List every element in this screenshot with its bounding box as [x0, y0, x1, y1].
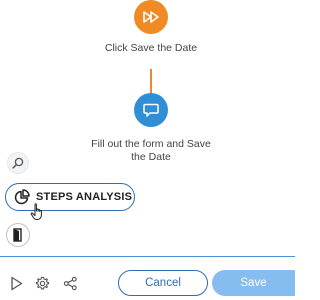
footer-divider: [0, 256, 295, 257]
gear-icon: [35, 276, 49, 289]
zoom-button[interactable]: [7, 152, 29, 174]
walkthrough-editor: Click Save the Date Fill out the form an…: [0, 0, 295, 300]
cancel-button[interactable]: Cancel: [118, 270, 208, 296]
exit-button[interactable]: [6, 223, 30, 247]
share-icon: [63, 276, 77, 290]
steps-analysis-label: STEPS ANALYSIS: [36, 191, 133, 203]
zoom-icon: [12, 157, 24, 169]
play-button[interactable]: [8, 275, 24, 291]
step-node-2[interactable]: [134, 93, 168, 127]
share-button[interactable]: [62, 275, 78, 291]
settings-button[interactable]: [34, 275, 50, 291]
exit-door-icon: [13, 228, 22, 242]
step-node-1-label: Click Save the Date: [104, 42, 198, 54]
save-button[interactable]: Save: [212, 270, 295, 296]
step-connector: [150, 69, 152, 93]
steps-analysis-button[interactable]: STEPS ANALYSIS: [5, 183, 135, 211]
fast-forward-icon: [143, 11, 159, 23]
hand-cursor-icon: [30, 203, 42, 220]
speech-bubble-icon: [143, 103, 159, 117]
step-node-2-label: Fill out the form and Save the Date: [91, 138, 211, 163]
pie-chart-icon: [14, 189, 30, 205]
step-node-1[interactable]: [134, 0, 168, 34]
play-icon: [10, 276, 22, 290]
